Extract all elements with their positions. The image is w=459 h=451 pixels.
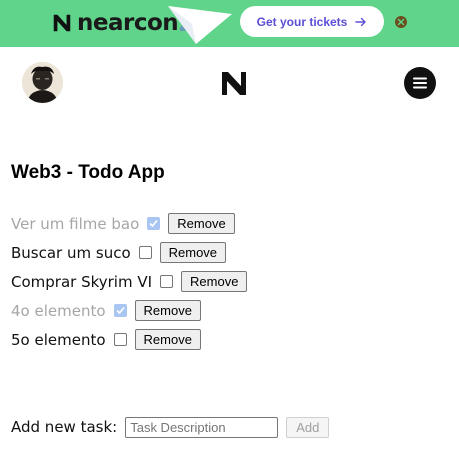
hamburger-menu-button[interactable] bbox=[404, 67, 436, 99]
close-icon bbox=[397, 18, 405, 26]
todo-list: Ver um filme bao Remove Buscar um suco R… bbox=[11, 209, 248, 354]
get-tickets-label: Get your tickets bbox=[256, 14, 348, 29]
todo-checkbox[interactable] bbox=[160, 275, 174, 288]
todo-checkbox[interactable] bbox=[113, 304, 127, 317]
todo-item: Ver um filme bao Remove bbox=[11, 209, 247, 238]
remove-button[interactable]: Remove bbox=[168, 213, 235, 234]
remove-button[interactable]: Remove bbox=[134, 329, 201, 350]
todo-text: Ver um filme bao bbox=[11, 214, 140, 233]
task-description-input[interactable] bbox=[125, 416, 279, 438]
remove-button[interactable]: Remove bbox=[181, 271, 248, 292]
near-logo-icon[interactable] bbox=[220, 70, 248, 97]
todo-item: Buscar um suco Remove bbox=[11, 238, 247, 267]
add-task-label: Add new task: bbox=[11, 418, 118, 436]
close-banner-button[interactable] bbox=[395, 16, 407, 28]
get-tickets-button[interactable]: Get your tickets bbox=[240, 6, 384, 37]
remove-button[interactable]: Remove bbox=[134, 300, 201, 321]
todo-checkbox[interactable] bbox=[138, 246, 152, 259]
brand-name: nearcon bbox=[77, 10, 179, 36]
promo-banner: nearcon 23 Get your tickets bbox=[0, 0, 459, 47]
near-logo-icon bbox=[53, 14, 71, 32]
todo-text: Buscar um suco bbox=[11, 243, 131, 262]
todo-item: 4o elemento Remove bbox=[11, 296, 247, 325]
add-task-row: Add new task: Add bbox=[11, 416, 330, 438]
todo-text: Comprar Skyrim VI bbox=[11, 272, 153, 291]
avatar-image bbox=[22, 62, 63, 103]
hamburger-menu-icon bbox=[413, 77, 427, 89]
todo-checkbox[interactable] bbox=[113, 333, 127, 346]
arrow-right-icon bbox=[355, 17, 367, 26]
remove-button[interactable]: Remove bbox=[159, 242, 227, 263]
todo-item: 5o elemento Remove bbox=[11, 325, 247, 354]
todo-text: 4o elemento bbox=[11, 301, 106, 320]
todo-item: Comprar Skyrim VI Remove bbox=[11, 267, 248, 296]
page-title: Web3 - Todo App bbox=[11, 162, 165, 183]
paper-plane-icon bbox=[168, 6, 232, 44]
checkmark-icon bbox=[115, 306, 125, 315]
todo-text: 5o elemento bbox=[11, 330, 106, 349]
profile-avatar[interactable] bbox=[22, 62, 63, 103]
add-task-button[interactable]: Add bbox=[286, 416, 330, 438]
checkmark-icon bbox=[149, 219, 158, 228]
todo-checkbox[interactable] bbox=[147, 217, 161, 230]
